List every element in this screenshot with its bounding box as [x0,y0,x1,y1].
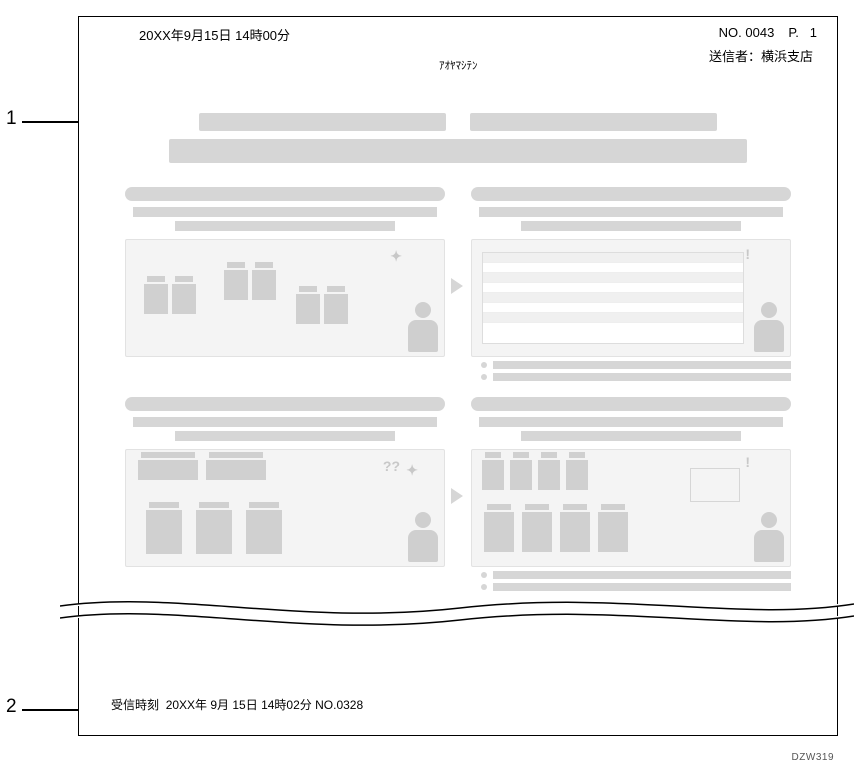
title-block [159,113,757,163]
person-icon [752,302,786,354]
text-placeholder [521,221,741,231]
panel-bottom-right: ! [471,397,791,595]
text-placeholder [479,417,783,427]
rx-no: 0328 [336,698,363,712]
bullet-dot-icon [481,584,487,590]
printer-icon [224,270,248,300]
mfp-icon [146,510,182,554]
text-placeholder [493,571,791,579]
title-placeholder-left [199,113,446,131]
bullet-dot-icon [481,362,487,368]
receive-time-line: 受信時刻 20XX年 9月 15日 14時02分 NO.0328 [111,696,363,713]
printer-icon [566,460,588,490]
header-number: 0043 [745,25,774,40]
content-grid: ✦ ! [79,163,837,619]
mfp-icon [560,512,590,552]
mfp-icon [484,512,514,552]
panel-top-left: ✦ [125,187,445,385]
text-placeholder [133,417,437,427]
bullet-dot-icon [481,374,487,380]
text-placeholder [493,583,791,591]
printer-icon [252,270,276,300]
callout-number-2: 2 [6,696,17,718]
header-row: 20XX年9月15日 14時00分 NO. 0043 P. 1 [79,17,837,44]
printer-icon [296,294,320,324]
printer-icon [144,284,168,314]
subtitle-placeholder [169,139,747,163]
printer-icon [510,460,532,490]
mfp-icon [598,512,628,552]
panel-heading-pill [471,397,791,411]
mfp-icon [196,510,232,554]
arrow-right-icon [451,276,467,296]
mfp-icon [246,510,282,554]
panel-heading-pill [125,187,445,201]
rx-label: 受信時刻 [111,698,159,712]
bullet-list [471,361,791,381]
header-page-label: P. [788,25,799,40]
fax-page-frame: 20XX年9月15日 14時00分 NO. 0043 P. 1 送信者：横浜支店… [78,16,838,736]
printer-icon [324,294,348,324]
diagram-box-icon [690,468,740,502]
idea-mark-icon: ! [745,246,750,262]
panel-top-right: ! [471,187,791,385]
text-placeholder [175,221,395,231]
title-placeholder-right [470,113,717,131]
header-number-label: NO. [719,25,742,40]
text-placeholder [493,373,791,381]
printer-icon [538,460,560,490]
destination-annotation: ｱｵﾔﾏｼﾃﾝ [439,57,478,73]
text-placeholder [133,207,437,217]
text-placeholder [479,207,783,217]
confused-mark-icon: ✦ [390,248,402,265]
text-placeholder [493,361,791,369]
equipment-row-icon [138,460,198,480]
panel-heading-pill [125,397,445,411]
callout-number-1: 1 [6,108,17,130]
illustration-after-2: ! [471,449,791,567]
illustration-before-2: ?? ✦ [125,449,445,567]
mfp-icon [522,512,552,552]
bullet-list [471,571,791,591]
idea-mark-icon: ! [745,454,750,470]
printer-icon [482,460,504,490]
question-mark-icon: ?? [383,458,400,474]
illustration-after-1: ! [471,239,791,357]
header-page: 1 [810,25,817,40]
sender-name: 横浜支店 [761,49,813,64]
header-datetime: 20XX年9月15日 14時00分 [139,25,290,44]
person-icon [406,302,440,354]
table-mock [482,252,744,344]
figure-id: DZW319 [792,752,834,763]
bullet-dot-icon [481,572,487,578]
person-icon [406,512,440,564]
panel-heading-pill [471,187,791,201]
text-placeholder [521,431,741,441]
person-icon [752,512,786,564]
panel-bottom-left: ?? ✦ [125,397,445,595]
confused-mark-icon: ✦ [406,462,418,479]
sender-label: 送信者： [709,49,761,64]
rx-no-label: NO. [315,698,336,712]
printer-icon [172,284,196,314]
illustration-before-1: ✦ [125,239,445,357]
arrow-right-icon [451,486,467,506]
equipment-row-icon [206,460,266,480]
text-placeholder [175,431,395,441]
rx-datetime: 20XX年 9月 15日 14時02分 [166,698,312,712]
